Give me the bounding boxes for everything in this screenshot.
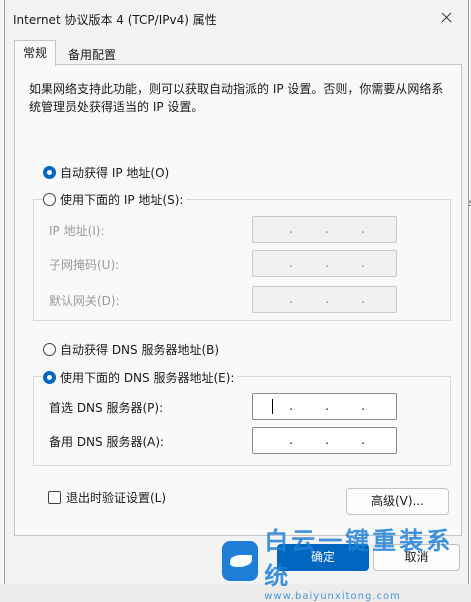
ip-separator: . — [325, 256, 330, 271]
ip-address-field: . . . — [252, 216, 397, 243]
ip-address-label: IP 地址(I): — [49, 224, 105, 238]
general-tab-panel: 如果网络支持此功能，则可以获取自动指派的 IP 设置。否则，你需要从网络系统管理… — [14, 64, 462, 536]
auto-dns-label: 自动获得 DNS 服务器地址(B) — [60, 343, 220, 357]
tcp-ipv4-properties-dialog: Internet 协议版本 4 (TCP/IPv4) 属性 常规 备用配置 如果… — [4, 0, 469, 584]
manual-ip-label: 使用下面的 IP 地址(S): — [60, 193, 184, 207]
text-cursor — [272, 399, 273, 414]
subnet-mask-label: 子网掩码(U): — [49, 258, 120, 272]
description-text: 如果网络支持此功能，则可以获取自动指派的 IP 设置。否则，你需要从网络系统管理… — [29, 82, 444, 114]
dns-manual-group: 首选 DNS 服务器(P): . . . 备用 DNS 服务器(A): . . … — [33, 376, 451, 466]
ip-separator: . — [325, 292, 330, 307]
watermark-url: www.baiyunxitong.com — [264, 590, 401, 602]
ip-separator: . — [325, 222, 330, 237]
radio-unselected-icon — [43, 193, 56, 206]
twitter-bird-logo-icon — [222, 541, 259, 581]
ip-separator: . — [289, 222, 294, 237]
ip-separator: . — [361, 256, 366, 271]
auto-ip-radio[interactable]: 自动获得 IP 地址(O) — [43, 164, 173, 181]
tab-general[interactable]: 常规 — [14, 40, 56, 66]
ip-manual-group: IP 地址(I): . . . 子网掩码(U): . . . 默认网关(D): … — [33, 199, 451, 321]
auto-ip-label: 自动获得 IP 地址(O) — [60, 166, 170, 180]
ip-separator: . — [361, 433, 366, 448]
ip-separator: . — [289, 292, 294, 307]
manual-ip-radio[interactable]: 使用下面的 IP 地址(S): — [43, 191, 187, 208]
ip-separator: . — [289, 256, 294, 271]
ip-separator: . — [289, 433, 294, 448]
watermark-brand: 白云一键重装系统 — [264, 526, 454, 590]
ip-separator: . — [361, 399, 366, 414]
alternate-dns-label: 备用 DNS 服务器(A): — [49, 435, 165, 449]
manual-dns-radio[interactable]: 使用下面的 DNS 服务器地址(E): — [43, 369, 238, 386]
ip-separator: . — [361, 222, 366, 237]
validate-on-exit-checkbox[interactable]: 退出时验证设置(L) — [48, 489, 166, 506]
preferred-dns-label: 首选 DNS 服务器(P): — [49, 401, 164, 415]
radio-selected-icon — [43, 166, 56, 179]
close-icon[interactable] — [432, 4, 460, 32]
radio-unselected-icon — [43, 343, 56, 356]
manual-dns-label: 使用下面的 DNS 服务器地址(E): — [60, 371, 235, 385]
ip-separator: . — [325, 399, 330, 414]
watermark: 白云一键重装系统 www.baiyunxitong.com — [222, 527, 460, 602]
radio-selected-icon — [43, 371, 56, 384]
validate-on-exit-label: 退出时验证设置(L) — [66, 491, 167, 505]
ip-separator: . — [361, 292, 366, 307]
subnet-mask-field: . . . — [252, 250, 397, 277]
ip-separator: . — [325, 433, 330, 448]
title-bar: Internet 协议版本 4 (TCP/IPv4) 属性 — [5, 0, 468, 36]
watermark-text: 白云一键重装系统 www.baiyunxitong.com — [264, 521, 460, 602]
preferred-dns-field[interactable]: . . . — [252, 393, 397, 420]
window-title: Internet 协议版本 4 (TCP/IPv4) 属性 — [13, 13, 217, 27]
default-gateway-field: . . . — [252, 286, 397, 313]
auto-dns-radio[interactable]: 自动获得 DNS 服务器地址(B) — [43, 341, 223, 358]
checkbox-icon — [48, 491, 61, 504]
advanced-button[interactable]: 高级(V)... — [346, 488, 449, 515]
default-gateway-label: 默认网关(D): — [49, 294, 120, 308]
ip-separator: . — [289, 399, 294, 414]
alternate-dns-field[interactable]: . . . — [252, 427, 397, 454]
